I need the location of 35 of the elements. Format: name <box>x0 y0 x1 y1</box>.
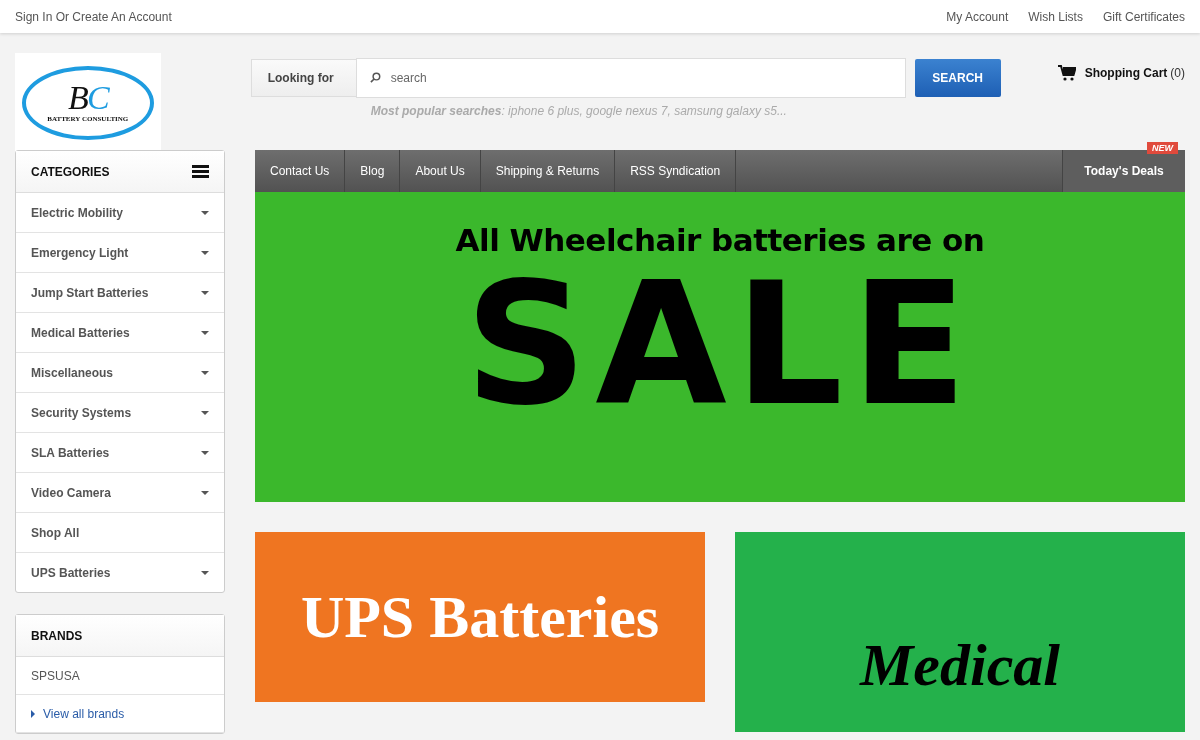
panel-title: BRANDS <box>31 628 83 643</box>
category-item[interactable]: UPS Batteries <box>16 553 224 592</box>
category-item[interactable]: SLA Batteries <box>16 433 224 473</box>
view-all-brands-link[interactable]: View all brands <box>43 706 125 721</box>
sale-banner[interactable]: All Wheelchair batteries are on SALE <box>255 192 1185 502</box>
panel-title: CATEGORIES <box>31 164 110 179</box>
account-link[interactable]: My Account <box>946 9 1009 24</box>
banner-heading: All Wheelchair batteries are on <box>455 222 985 258</box>
sign-in-link[interactable]: Sign In Or Create An Account <box>15 9 172 24</box>
popular-searches: Most popular searches: iphone 6 plus, google nexus 7, samsung galaxy s5... <box>370 104 788 118</box>
brand-item[interactable]: SPSUSA <box>16 657 224 695</box>
banner-title: Medical <box>860 634 1060 696</box>
todays-deals-link[interactable]: Today's Deals <box>1063 150 1185 192</box>
menu-icon[interactable] <box>192 165 209 178</box>
cart-icon <box>1057 65 1076 81</box>
category-item[interactable]: Medical Batteries <box>16 313 224 353</box>
category-item[interactable]: Video Camera <box>16 473 224 513</box>
banner-title: UPS Batteries <box>300 582 660 652</box>
triangle-icon <box>31 709 35 718</box>
category-item[interactable]: Emergency Light <box>16 233 224 273</box>
logo-initials: BC <box>68 83 108 113</box>
search-field[interactable]: search <box>355 58 906 98</box>
category-item[interactable]: Security Systems <box>16 393 224 433</box>
search-label: Looking for <box>250 59 356 97</box>
banner-sale-text: SALE <box>464 264 976 424</box>
account-link[interactable]: Wish Lists <box>1028 9 1083 24</box>
shopping-cart-link[interactable]: Shopping Cart (0) <box>1057 65 1185 81</box>
new-badge: NEW <box>1147 142 1178 154</box>
category-banner[interactable]: Medical <box>735 532 1185 732</box>
category-item[interactable]: Electric Mobility <box>16 193 224 233</box>
search-button[interactable]: SEARCH <box>914 59 1001 97</box>
category-item[interactable]: Miscellaneous <box>16 353 224 393</box>
category-item[interactable]: Jump Start Batteries <box>16 273 224 313</box>
account-link[interactable]: Gift Certificates <box>1102 9 1185 24</box>
category-item[interactable]: Shop All <box>16 513 224 553</box>
